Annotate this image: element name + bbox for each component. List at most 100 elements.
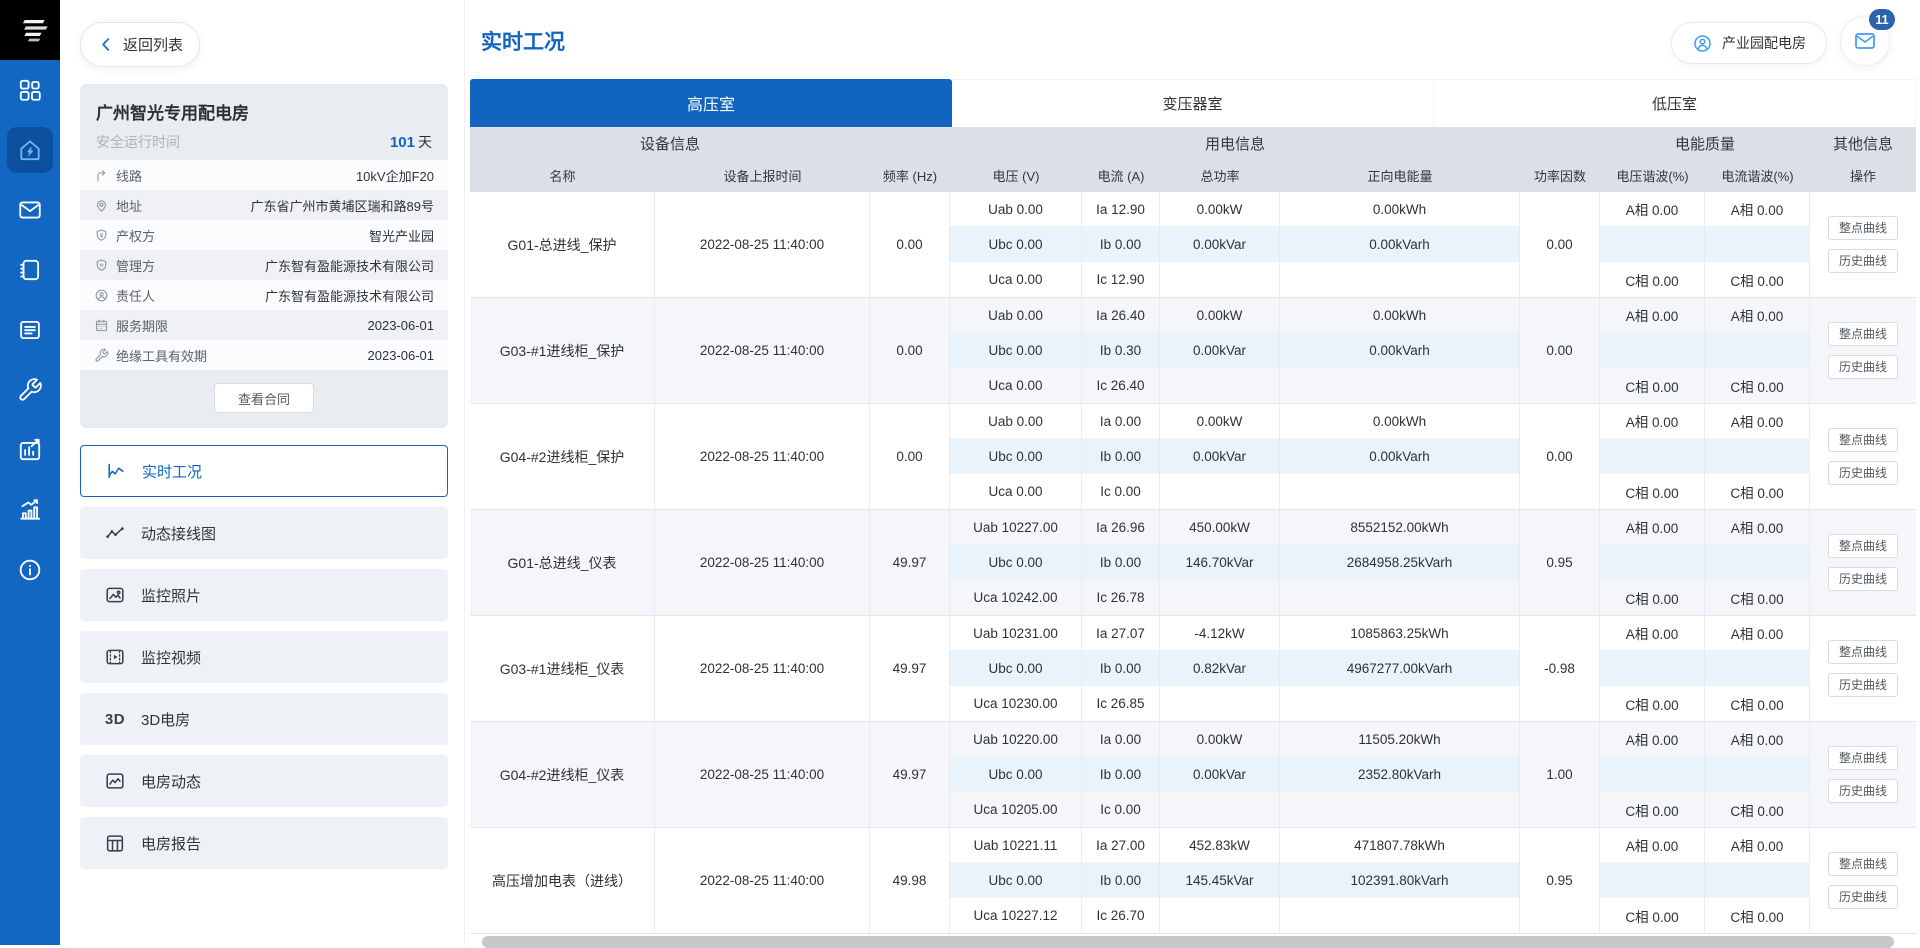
voltage-cell: Uca 10205.00	[950, 792, 1082, 827]
menu-item-realtime[interactable]: 实时工况	[80, 445, 448, 497]
power-cell: 450.00kW	[1160, 510, 1280, 545]
sidebar-item-apps[interactable]	[0, 60, 60, 120]
frequency-value: 0.00	[870, 404, 950, 509]
v-harmonic-cell: A相 0.00	[1600, 828, 1705, 863]
voltage-cell: Ubc 0.00	[950, 863, 1082, 898]
history-curve-button[interactable]: 历史曲线	[1828, 567, 1898, 591]
report-time: 2022-08-25 11:40:00	[655, 404, 870, 509]
history-curve-button[interactable]: 历史曲线	[1828, 249, 1898, 273]
view-contract-button[interactable]: 查看合同	[214, 383, 314, 413]
contract-row: 查看合同	[80, 370, 448, 428]
sidebar-item-statistics[interactable]	[0, 480, 60, 540]
hourly-curve-button[interactable]: 整点曲线	[1828, 428, 1898, 452]
history-curve-button[interactable]: 历史曲线	[1828, 885, 1898, 909]
tool-icon	[94, 348, 109, 363]
current-cell: Ic 26.70	[1082, 898, 1160, 933]
header-group-2: 用电信息	[950, 127, 1520, 159]
history-curve-button[interactable]: 历史曲线	[1828, 779, 1898, 803]
v-harmonic-cell: A相 0.00	[1600, 298, 1705, 333]
voltage-cell: Uca 0.00	[950, 474, 1082, 509]
realtime-table-section: 高压室变压器室低压室 设备信息用电信息电能质量其他信息名称设备上报时间频率 (H…	[470, 79, 1916, 948]
sidebar-item-home[interactable]	[0, 120, 60, 180]
sidebar-item-maintenance[interactable]	[0, 360, 60, 420]
c-harmonic-cell	[1705, 333, 1810, 368]
menu-item-dynamics[interactable]: 电房动态	[80, 755, 448, 807]
back-to-list-button[interactable]: 返回列表	[80, 22, 200, 67]
location-pin-icon	[94, 198, 109, 213]
energy-cell: 2684958.25kVarh	[1280, 545, 1520, 580]
voltage-cell: Ubc 0.00	[950, 439, 1082, 474]
back-label: 返回列表	[123, 34, 183, 55]
current-cell: Ia 0.00	[1082, 404, 1160, 439]
power-cell: 0.00kVar	[1160, 757, 1280, 792]
history-curve-button[interactable]: 历史曲线	[1828, 673, 1898, 697]
history-curve-button[interactable]: 历史曲线	[1828, 355, 1898, 379]
tab-transformer-room[interactable]: 变压器室	[952, 79, 1434, 127]
energy-cell: 102391.80kVarh	[1280, 863, 1520, 898]
actions-cell: 整点曲线历史曲线	[1810, 616, 1916, 721]
voltage-cell: Uab 0.00	[950, 404, 1082, 439]
field-value: 智光产业园	[155, 226, 434, 245]
c-harmonic-cell	[1705, 227, 1810, 262]
station-title: 广州智光专用配电房	[80, 84, 448, 124]
table-row: G04-#2进线柜_保护2022-08-25 11:40:000.00Uab 0…	[470, 404, 1916, 510]
messages-button[interactable]: 11	[1840, 16, 1890, 66]
energy-cell: 0.00kWh	[1280, 404, 1520, 439]
frequency-value: 49.98	[870, 828, 950, 933]
voltage-cell: Uab 0.00	[950, 298, 1082, 333]
v-harmonic-cell: A相 0.00	[1600, 616, 1705, 651]
trend-chart-icon	[17, 497, 43, 523]
c-harmonic-cell	[1705, 439, 1810, 474]
device-name: 高压增加电表（进线）	[470, 828, 655, 933]
c-harmonic-cell: A相 0.00	[1705, 828, 1810, 863]
sidebar-item-about[interactable]	[0, 540, 60, 600]
frequency-value: 49.97	[870, 616, 950, 721]
menu-item-videos[interactable]: 监控视频	[80, 631, 448, 683]
energy-cell	[1280, 792, 1520, 827]
power-cell: -4.12kW	[1160, 616, 1280, 651]
hourly-curve-button[interactable]: 整点曲线	[1828, 746, 1898, 770]
station-info-card: 广州智光专用配电房 安全运行时间 101天 线路10kV企加F20地址广东省广州…	[80, 84, 448, 428]
hourly-curve-button[interactable]: 整点曲线	[1828, 216, 1898, 240]
current-cell: Ia 0.00	[1082, 722, 1160, 757]
header-col-0: 名称	[470, 159, 655, 192]
current-cell: Ia 27.07	[1082, 616, 1160, 651]
current-cell: Ib 0.00	[1082, 863, 1160, 898]
app-sidebar	[0, 0, 60, 945]
power-cell: 0.00kW	[1160, 404, 1280, 439]
hourly-curve-button[interactable]: 整点曲线	[1828, 322, 1898, 346]
hourly-curve-button[interactable]: 整点曲线	[1828, 640, 1898, 664]
header-col-4: 电流 (A)	[1082, 159, 1160, 192]
field-value: 10kV企加F20	[142, 166, 434, 185]
hourly-curve-button[interactable]: 整点曲线	[1828, 534, 1898, 558]
sidebar-item-messages[interactable]	[0, 180, 60, 240]
hourly-curve-button[interactable]: 整点曲线	[1828, 852, 1898, 876]
realtime-curve-icon	[105, 460, 127, 482]
actions-cell: 整点曲线历史曲线	[1810, 298, 1916, 403]
current-cell: Ic 26.85	[1082, 686, 1160, 721]
menu-item-photos[interactable]: 监控照片	[80, 569, 448, 621]
current-cell: Ic 12.90	[1082, 262, 1160, 297]
menu-item-reports[interactable]: 电房报告	[80, 817, 448, 869]
v-harmonic-cell: C相 0.00	[1600, 898, 1705, 933]
report-time: 2022-08-25 11:40:00	[655, 616, 870, 721]
current-cell: Ic 26.40	[1082, 368, 1160, 403]
mail-icon	[1853, 29, 1877, 53]
tab-low-voltage-room[interactable]: 低压室	[1434, 79, 1916, 127]
tab-high-voltage-room[interactable]: 高压室	[470, 79, 952, 127]
account-button[interactable]: 产业园配电房	[1671, 22, 1827, 64]
sidebar-item-worklist[interactable]	[0, 300, 60, 360]
sidebar-item-records[interactable]	[0, 240, 60, 300]
v-harmonic-cell: C相 0.00	[1600, 580, 1705, 615]
menu-item-wiring[interactable]: 动态接线图	[80, 507, 448, 559]
table-row: G03-#1进线柜_仪表2022-08-25 11:40:0049.97Uab …	[470, 616, 1916, 722]
history-curve-button[interactable]: 历史曲线	[1828, 461, 1898, 485]
power-cell	[1160, 686, 1280, 721]
runtime-label: 安全运行时间	[96, 132, 180, 152]
energy-cell: 471807.78kWh	[1280, 828, 1520, 863]
menu-item-label: 监控照片	[141, 585, 201, 606]
sidebar-item-reports[interactable]	[0, 420, 60, 480]
scrollbar-thumb[interactable]	[482, 936, 1894, 948]
menu-item-room3d[interactable]: 3D3D电房	[80, 693, 448, 745]
voltage-cell: Ubc 0.00	[950, 651, 1082, 686]
